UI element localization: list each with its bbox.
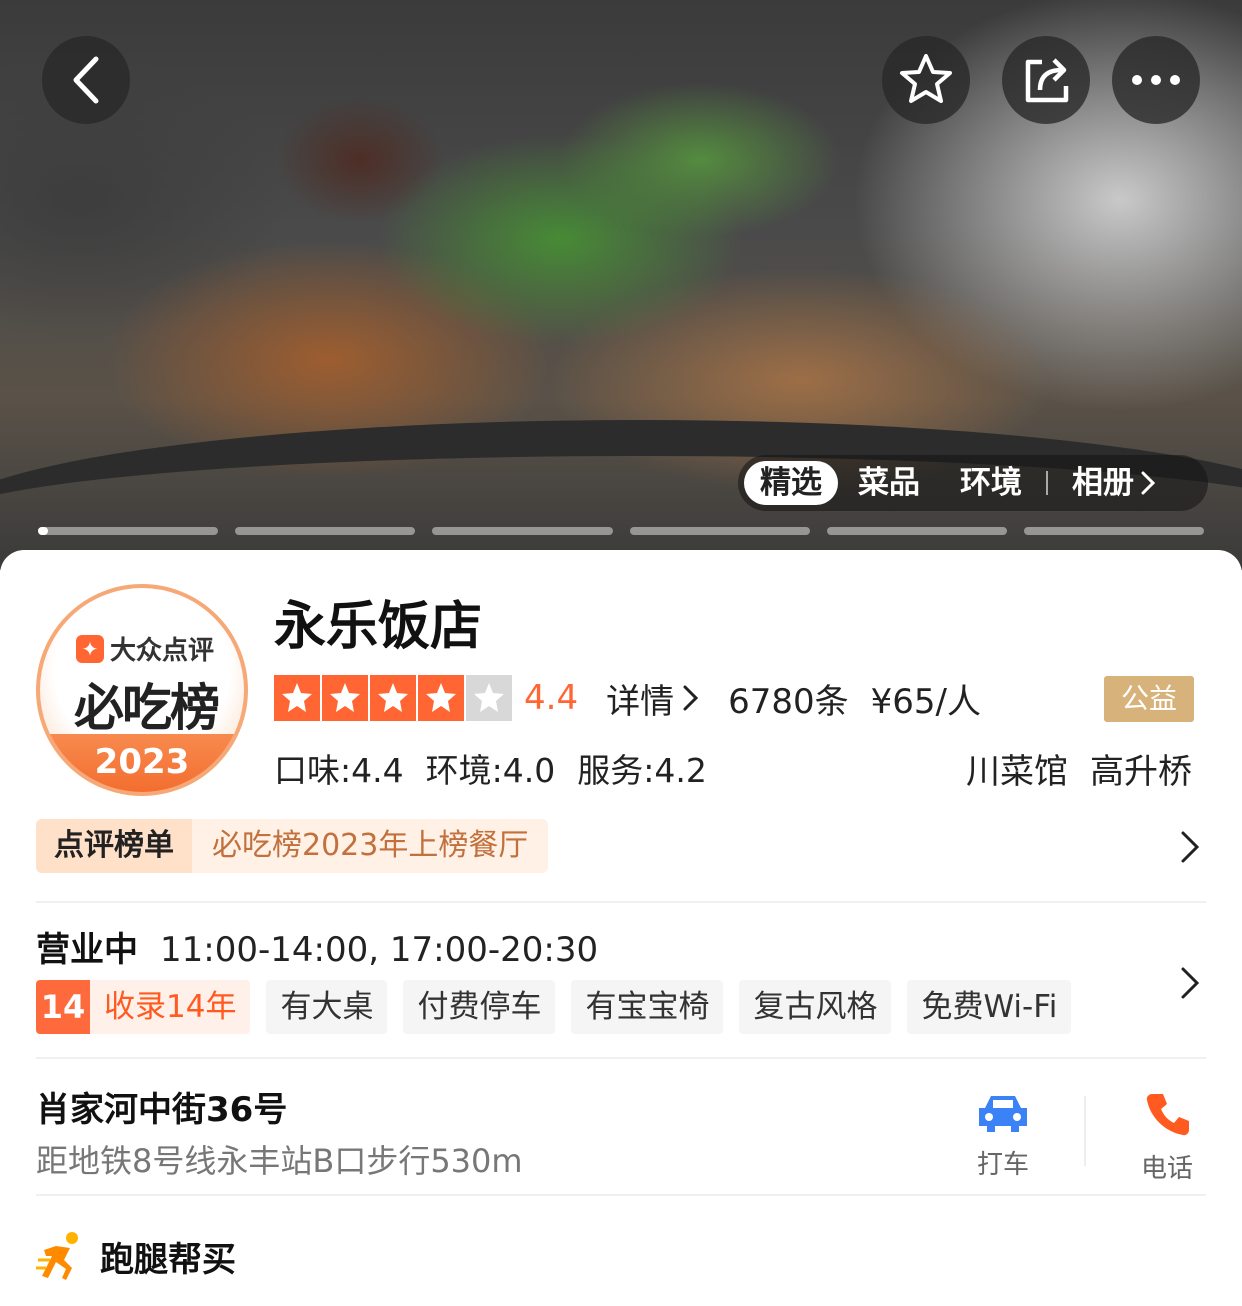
errand-service[interactable]: 跑腿帮买 bbox=[36, 1230, 236, 1282]
rating-row: 4.4 详情 6780条 ¥65/人 bbox=[274, 674, 981, 723]
share-button[interactable] bbox=[1002, 36, 1090, 124]
tag-free-wifi: 免费Wi-Fi bbox=[907, 980, 1072, 1034]
taste-score: 口味:4.4 bbox=[274, 751, 404, 790]
divider bbox=[36, 901, 1206, 903]
tag-paid-parking: 付费停车 bbox=[403, 980, 556, 1034]
category-area: 川菜馆 高升桥 bbox=[966, 744, 1192, 793]
star-filled-icon bbox=[274, 675, 320, 721]
car-icon bbox=[979, 1096, 1027, 1132]
phone-label: 电话 bbox=[1140, 1154, 1193, 1184]
running-person-icon bbox=[36, 1232, 78, 1280]
shop-name: 永乐饭店 bbox=[274, 597, 483, 657]
shop-area[interactable]: 高升桥 bbox=[1090, 744, 1192, 793]
years-number: 14 bbox=[36, 980, 90, 1034]
phone-button[interactable]: 电话 bbox=[1122, 1090, 1212, 1185]
progress-segment bbox=[1023, 527, 1205, 535]
star-outline-icon bbox=[900, 54, 952, 103]
service-score: 服务:4.2 bbox=[577, 751, 707, 790]
favorite-button[interactable] bbox=[882, 36, 970, 124]
slide-progress bbox=[38, 527, 1205, 535]
shop-info-card: ✦ 大众点评 必吃榜 2023 永乐饭店 4.4 详情 6780条 ¥65/人 … bbox=[0, 550, 1242, 1306]
share-icon bbox=[1025, 58, 1069, 103]
errand-label: 跑腿帮买 bbox=[100, 1239, 236, 1280]
open-time: 11:00-14:00, 17:00-20:30 bbox=[160, 930, 599, 970]
metro-distance[interactable]: 距地铁8号线永丰站B口步行530m bbox=[36, 1136, 523, 1182]
ranking-row[interactable]: 点评榜单 必吃榜2023年上榜餐厅 bbox=[36, 818, 1206, 874]
environment-score: 环境:4.0 bbox=[425, 751, 556, 790]
gallery-tabs: 精选 菜品 环境 相册 bbox=[738, 455, 1208, 511]
back-button[interactable] bbox=[42, 36, 130, 124]
badge-brand-text: 大众点评 bbox=[110, 636, 215, 666]
progress-segment bbox=[38, 527, 219, 535]
progress-segment bbox=[235, 527, 416, 535]
tab-dishes[interactable]: 菜品 bbox=[838, 461, 940, 505]
shop-category[interactable]: 川菜馆 bbox=[966, 744, 1068, 793]
badge-year: 2023 bbox=[40, 734, 244, 792]
progress-segment bbox=[629, 527, 810, 535]
must-eat-badge[interactable]: ✦ 大众点评 必吃榜 2023 bbox=[36, 584, 248, 796]
tab-divider bbox=[1046, 471, 1048, 495]
chevron-left-icon bbox=[73, 56, 99, 104]
tag-baby-chair: 有宝宝椅 bbox=[571, 980, 724, 1034]
hero-photo[interactable]: 精选 菜品 环境 相册 bbox=[0, 0, 1242, 570]
taxi-button[interactable]: 打车 bbox=[958, 1090, 1048, 1181]
business-hours[interactable]: 营业中 11:00-14:00, 17:00-20:30 bbox=[36, 922, 598, 971]
years-text: 收录14年 bbox=[104, 989, 237, 1025]
tab-environment[interactable]: 环境 bbox=[940, 461, 1042, 505]
divider bbox=[36, 1057, 1206, 1059]
charity-badge[interactable]: 公益 bbox=[1104, 676, 1194, 722]
ranking-tag: 点评榜单 bbox=[36, 819, 192, 873]
badge-brand: ✦ 大众点评 bbox=[76, 630, 214, 667]
more-dots-icon bbox=[1132, 75, 1180, 85]
action-divider bbox=[1084, 1096, 1086, 1166]
rating-score: 4.4 bbox=[524, 678, 579, 718]
tag-large-table: 有大桌 bbox=[266, 980, 388, 1034]
review-count[interactable]: 6780条 bbox=[728, 674, 849, 723]
feature-tags[interactable]: 14 收录14年 有大桌 付费停车 有宝宝椅 复古风格 免费Wi-Fi bbox=[36, 980, 1072, 1034]
chevron-right-icon[interactable] bbox=[1180, 966, 1200, 1000]
progress-segment bbox=[826, 527, 1007, 535]
rating-detail-link[interactable]: 详情 bbox=[606, 674, 702, 723]
tag-retro-style: 复古风格 bbox=[739, 980, 892, 1034]
ranking-text: 必吃榜2023年上榜餐厅 bbox=[212, 828, 529, 863]
chevron-right-icon bbox=[1181, 831, 1200, 863]
star-rating bbox=[274, 675, 512, 721]
chevron-right-icon bbox=[683, 685, 699, 711]
divider bbox=[36, 1194, 1206, 1196]
sub-scores: 口味:4.4 环境:4.0 服务:4.2 bbox=[274, 744, 707, 792]
tag-years-listed: 14 收录14年 bbox=[36, 980, 251, 1034]
ranking-pill: 点评榜单 必吃榜2023年上榜餐厅 bbox=[36, 819, 549, 873]
dianping-logo-icon: ✦ bbox=[76, 634, 104, 663]
star-empty-icon bbox=[466, 675, 512, 721]
badge-title: 必吃榜 bbox=[74, 679, 220, 737]
star-filled-icon bbox=[370, 675, 416, 721]
shop-address[interactable]: 肖家河中街36号 bbox=[36, 1082, 287, 1131]
star-filled-icon bbox=[418, 675, 464, 721]
star-filled-icon bbox=[322, 675, 368, 721]
detail-label: 详情 bbox=[606, 681, 675, 722]
phone-icon bbox=[1146, 1094, 1189, 1136]
more-button[interactable] bbox=[1112, 36, 1200, 124]
tab-featured[interactable]: 精选 bbox=[744, 461, 838, 505]
open-status: 营业中 bbox=[36, 930, 138, 970]
tab-album[interactable]: 相册 bbox=[1052, 461, 1176, 505]
chevron-right-icon bbox=[1141, 471, 1156, 495]
album-label: 相册 bbox=[1072, 465, 1134, 501]
taxi-label: 打车 bbox=[976, 1150, 1029, 1180]
avg-price: ¥65/人 bbox=[870, 681, 981, 722]
progress-segment bbox=[432, 527, 613, 535]
